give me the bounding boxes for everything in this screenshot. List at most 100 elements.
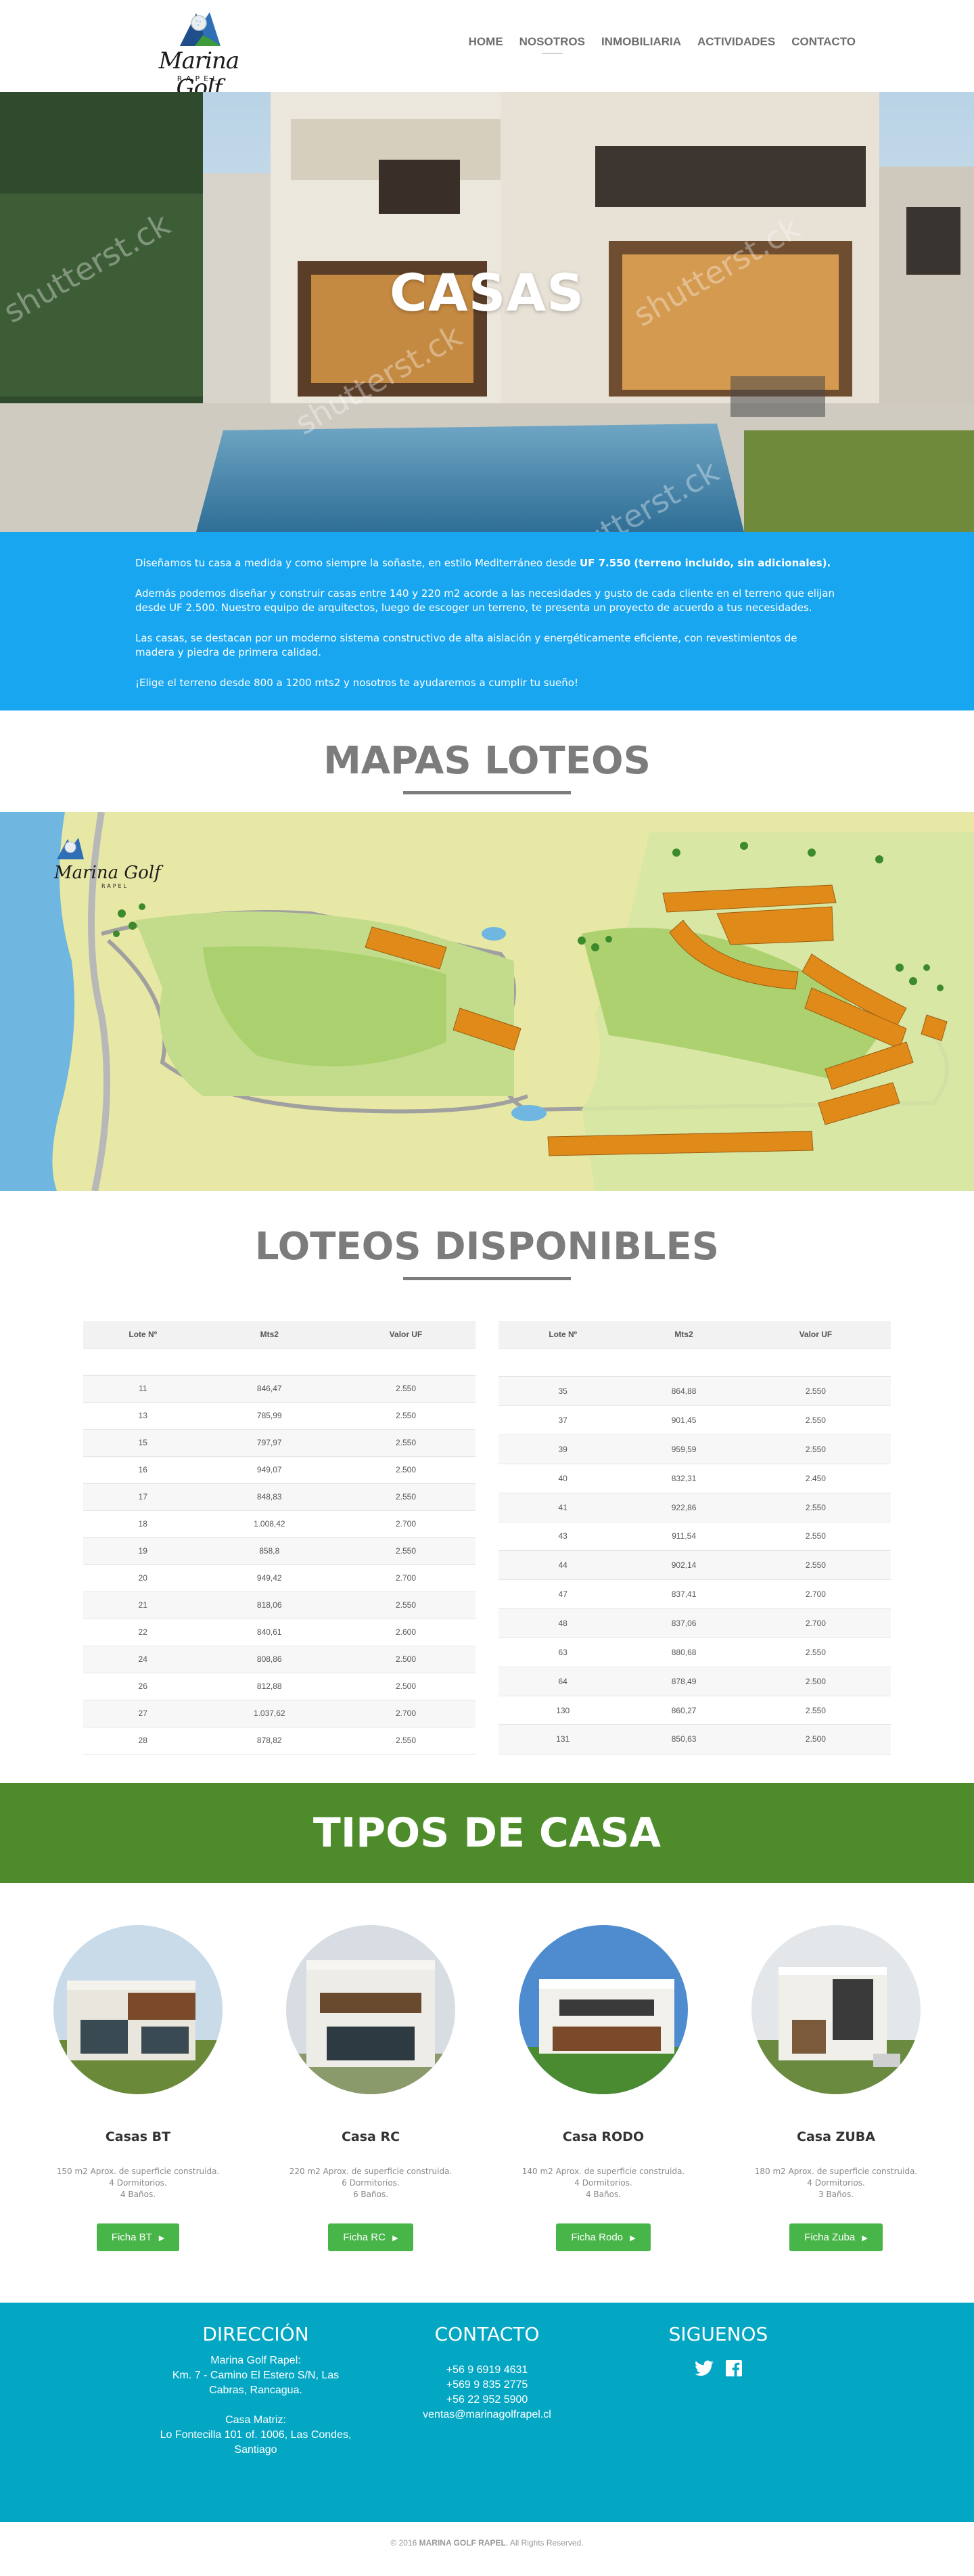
ficha-rodo-button[interactable]: Ficha Rodo ▶ xyxy=(556,2223,651,2251)
copyright: © 2016 MARINA GOLF RAPEL. All Rights Res… xyxy=(0,2521,974,2576)
table-row[interactable]: 131 850,63 2.500 xyxy=(498,1724,891,1755)
cell-valor: 2.550 xyxy=(740,1522,891,1552)
nav-actividades[interactable]: ACTIVIDADES xyxy=(697,35,775,54)
nav-contacto[interactable]: CONTACTO xyxy=(791,35,856,54)
table-spacer-row xyxy=(83,1348,476,1376)
lotes-section: LOTEOS DISPONIBLES Lote Nº Mts2 Valor UF… xyxy=(0,1191,974,1783)
cell-lote: 39 xyxy=(498,1434,628,1464)
house-name-rc: Casa RC xyxy=(341,2129,400,2144)
phone-link[interactable]: +569 9 835 2775 xyxy=(384,2378,590,2393)
cell-mts2: 880,68 xyxy=(627,1637,741,1667)
cell-lote: 19 xyxy=(83,1537,203,1565)
table-row[interactable]: 43 911,54 2.550 xyxy=(498,1522,891,1552)
table-row[interactable]: 20 949,42 2.700 xyxy=(83,1564,476,1592)
nav-nosotros[interactable]: NOSOTROS xyxy=(519,35,585,54)
nav-inmobiliaria[interactable]: INMOBILIARIA xyxy=(601,35,681,54)
cell-lote: 13 xyxy=(83,1402,203,1430)
cell-mts2: 901,45 xyxy=(627,1405,741,1436)
cell-valor: 2.500 xyxy=(336,1456,476,1484)
table-row[interactable]: 26 812,88 2.500 xyxy=(83,1673,476,1700)
nav-home[interactable]: HOME xyxy=(469,35,503,54)
table-row[interactable]: 48 837,06 2.700 xyxy=(498,1608,891,1638)
logo-subtext: RAPEL xyxy=(177,74,221,83)
site-logo[interactable]: Marina Golf RAPEL xyxy=(139,5,258,101)
cell-lote: 11 xyxy=(83,1375,203,1403)
col-mts2[interactable]: Mts2 xyxy=(627,1321,741,1349)
table-row[interactable]: 13 785,99 2.550 xyxy=(83,1402,476,1430)
table-row[interactable]: 63 880,68 2.550 xyxy=(498,1637,891,1667)
info-paragraph-1: Diseñamos tu casa a medida y como siempr… xyxy=(135,556,839,570)
table-row[interactable]: 44 902,14 2.550 xyxy=(498,1550,891,1581)
col-lote[interactable]: Lote Nº xyxy=(498,1321,628,1349)
house-image-rc[interactable] xyxy=(286,1924,455,2094)
cell-mts2: 808,86 xyxy=(202,1646,337,1673)
twitter-icon[interactable] xyxy=(695,2359,714,2376)
footer-contacto: CONTACTO +56 9 6919 4631 +569 9 835 2775… xyxy=(384,2323,590,2522)
table-row[interactable]: 16 949,07 2.500 xyxy=(83,1456,476,1484)
table-row[interactable]: 22 840,61 2.600 xyxy=(83,1619,476,1646)
table-row[interactable]: 130 860,27 2.550 xyxy=(498,1696,891,1725)
cell-valor: 2.550 xyxy=(336,1727,476,1755)
footer-siguenos-title: SIGUENOS xyxy=(668,2322,768,2345)
table-row[interactable]: 15 797,97 2.550 xyxy=(83,1429,476,1457)
table-row[interactable]: 28 878,82 2.550 xyxy=(83,1727,476,1755)
cell-mts2: 832,31 xyxy=(627,1464,741,1493)
map-logo-sub: RAPEL xyxy=(101,883,129,889)
table-row[interactable]: 35 864,88 2.550 xyxy=(498,1376,891,1407)
table-row[interactable]: 39 959,59 2.550 xyxy=(498,1434,891,1464)
house-name-zuba: Casa ZUBA xyxy=(797,2129,875,2144)
cell-lote: 40 xyxy=(498,1464,628,1493)
col-valor[interactable]: Valor UF xyxy=(336,1321,476,1349)
col-mts2[interactable]: Mts2 xyxy=(202,1321,337,1349)
cell-mts2: 1.008,42 xyxy=(202,1510,337,1538)
address-line: Marina Golf Rapel: xyxy=(210,2354,301,2366)
cell-mts2: 846,47 xyxy=(202,1375,337,1403)
ficha-bt-button[interactable]: Ficha BT ▶ xyxy=(96,2223,180,2251)
cell-valor: 2.550 xyxy=(740,1434,891,1464)
house-desc-line: 4 Dormitorios. xyxy=(574,2177,632,2188)
house-card-zuba: Casa ZUBA 180 m2 Aprox. de superficie co… xyxy=(751,1924,921,2303)
lotes-table-left: Lote Nº Mts2 Valor UF 11 846,47 2.550 13 785… xyxy=(83,1321,476,1755)
col-valor[interactable]: Valor UF xyxy=(740,1321,891,1349)
logo-mark-icon xyxy=(180,12,221,46)
table-row[interactable]: 24 808,86 2.500 xyxy=(83,1646,476,1673)
house-name-bt: Casas BT xyxy=(105,2129,171,2144)
cell-valor: 2.550 xyxy=(336,1402,476,1430)
table-row[interactable]: 17 848,83 2.550 xyxy=(83,1483,476,1511)
table-row[interactable]: 47 837,41 2.700 xyxy=(498,1579,891,1610)
cell-valor: 2.550 xyxy=(336,1537,476,1565)
cell-mts2: 949,07 xyxy=(202,1456,337,1484)
facebook-icon[interactable] xyxy=(726,2359,742,2376)
email-link[interactable]: ventas@marinagolfrapel.cl xyxy=(384,2408,590,2422)
cell-lote: 63 xyxy=(498,1637,628,1667)
ficha-zuba-button[interactable]: Ficha Zuba ▶ xyxy=(789,2223,883,2251)
col-lote[interactable]: Lote Nº xyxy=(83,1321,203,1349)
house-image-rodo[interactable] xyxy=(519,1924,688,2094)
phone-link[interactable]: +56 9 6919 4631 xyxy=(384,2363,590,2378)
house-desc-bt: 150 m2 Aprox. de superficie construida. … xyxy=(53,2166,223,2200)
phone-link[interactable]: +56 22 952 5900 xyxy=(384,2393,590,2408)
cell-mts2: 797,97 xyxy=(202,1429,337,1457)
table-row[interactable]: 11 846,47 2.550 xyxy=(83,1375,476,1403)
cell-valor: 2.450 xyxy=(740,1464,891,1493)
house-image-bt[interactable] xyxy=(53,1924,223,2094)
lots-map[interactable]: Marina Golf RAPEL xyxy=(0,812,974,1191)
table-row[interactable]: 40 832,31 2.450 xyxy=(498,1464,891,1493)
cell-valor: 2.700 xyxy=(740,1579,891,1610)
table-row[interactable]: 37 901,45 2.550 xyxy=(498,1405,891,1436)
cell-valor: 2.550 xyxy=(740,1493,891,1522)
cell-mts2: 840,61 xyxy=(202,1619,337,1646)
table-row[interactable]: 21 818,06 2.550 xyxy=(83,1591,476,1619)
house-image-zuba[interactable] xyxy=(751,1924,921,2094)
table-row[interactable]: 41 922,86 2.550 xyxy=(498,1493,891,1522)
cell-lote: 64 xyxy=(498,1667,628,1696)
table-row[interactable]: 27 1.037,62 2.700 xyxy=(83,1700,476,1727)
table-row[interactable]: 64 878,49 2.500 xyxy=(498,1667,891,1696)
cell-valor: 2.500 xyxy=(740,1667,891,1696)
ficha-rc-button[interactable]: Ficha RC ▶ xyxy=(328,2223,413,2251)
cell-valor: 2.550 xyxy=(740,1696,891,1725)
table-row[interactable]: 19 858,8 2.550 xyxy=(83,1537,476,1565)
info-section: Diseñamos tu casa a medida y como siempr… xyxy=(0,532,974,710)
cell-lote: 43 xyxy=(498,1522,628,1552)
table-row[interactable]: 18 1.008,42 2.700 xyxy=(83,1510,476,1538)
